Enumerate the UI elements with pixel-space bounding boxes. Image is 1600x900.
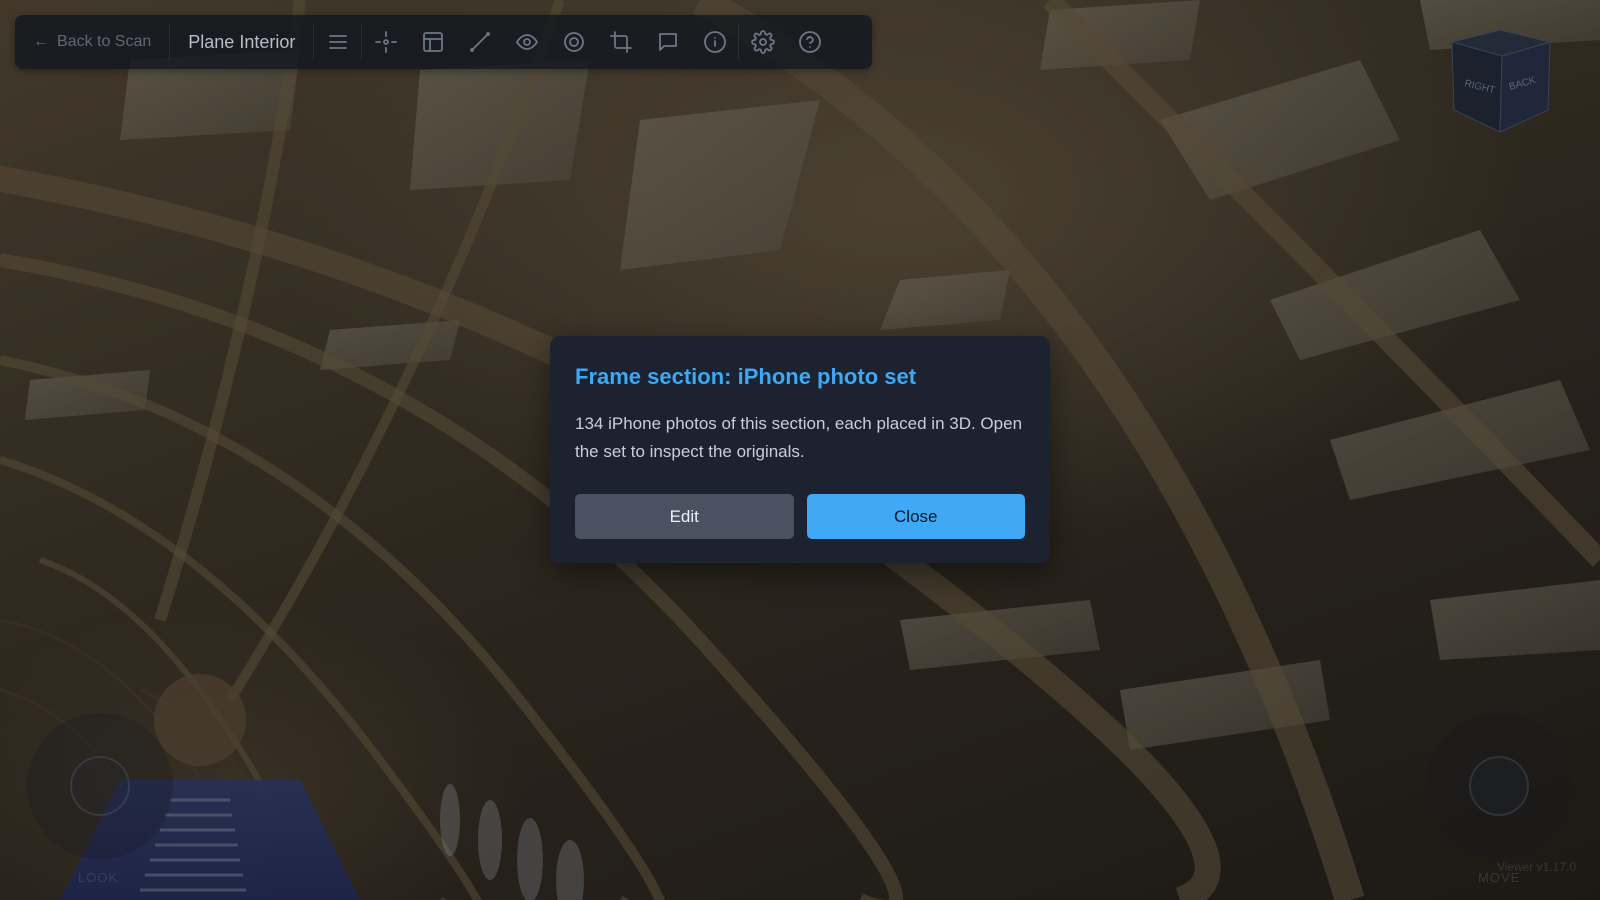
arrow-left-icon: ← bbox=[33, 33, 49, 50]
close-button[interactable]: Close bbox=[806, 494, 1025, 539]
scan-title: Plane Interior bbox=[188, 31, 296, 52]
settings-button[interactable] bbox=[739, 15, 786, 69]
info-icon bbox=[703, 31, 726, 53]
measure-button[interactable] bbox=[456, 15, 503, 69]
look-joystick[interactable] bbox=[27, 713, 173, 859]
layout-button[interactable] bbox=[409, 15, 456, 69]
settings-gear-icon bbox=[750, 30, 775, 54]
back-to-scan-button[interactable]: ← Back to Scan bbox=[15, 15, 169, 69]
view-cube-icon: RIGHT BACK bbox=[1450, 29, 1552, 133]
move-joystick-knob[interactable] bbox=[1469, 756, 1529, 816]
dialog-title: Frame section: iPhone photo set bbox=[575, 364, 917, 389]
look-joystick-knob[interactable] bbox=[70, 756, 130, 816]
help-icon bbox=[798, 31, 821, 53]
menu-icon bbox=[328, 35, 347, 49]
crosshair-icon bbox=[374, 31, 397, 53]
photo-set-dialog: Frame section: iPhone photo set 134 iPho… bbox=[550, 336, 1050, 563]
info-button[interactable] bbox=[691, 15, 738, 69]
comment-icon bbox=[658, 33, 677, 51]
target-icon bbox=[563, 32, 584, 52]
move-joystick[interactable] bbox=[1426, 713, 1572, 859]
help-button[interactable] bbox=[786, 15, 833, 69]
crop-button[interactable] bbox=[597, 15, 644, 69]
edit-button[interactable]: Edit bbox=[575, 494, 794, 539]
version-label: Viewer v1.17.0 bbox=[1496, 860, 1576, 874]
eye-icon bbox=[515, 34, 538, 50]
look-joystick-label: LOOK bbox=[78, 870, 119, 885]
crop-icon bbox=[609, 31, 632, 53]
dialog-body: 134 iPhone photos of this section, each … bbox=[575, 414, 1023, 461]
locate-button[interactable] bbox=[362, 15, 409, 69]
dialog-actions: Edit Close bbox=[575, 494, 1025, 539]
view-cube[interactable]: RIGHT BACK bbox=[1442, 28, 1560, 136]
comment-button[interactable] bbox=[644, 15, 691, 69]
top-toolbar: ← Back to Scan Plane Interior bbox=[15, 15, 872, 69]
menu-button[interactable] bbox=[314, 15, 361, 69]
layout-icon bbox=[422, 32, 443, 52]
target-button[interactable] bbox=[550, 15, 597, 69]
back-to-scan-label: Back to Scan bbox=[57, 33, 152, 50]
measure-line-icon bbox=[469, 32, 490, 52]
visibility-button[interactable] bbox=[503, 15, 550, 69]
